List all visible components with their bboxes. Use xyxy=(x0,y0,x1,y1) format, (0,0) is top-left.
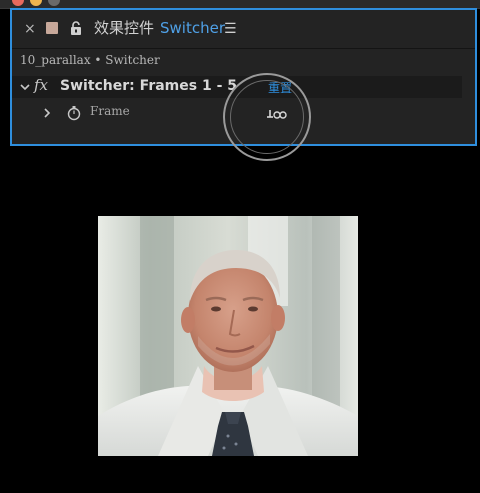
chevron-down-icon[interactable] xyxy=(20,82,30,92)
window-zoom-button[interactable] xyxy=(48,0,60,6)
effect-controls-panel: × 效果控件 Switcher ☰ 10_parallax • Switcher … xyxy=(10,8,477,146)
close-panel-icon[interactable]: × xyxy=(24,22,36,36)
property-row-frame[interactable]: Frame xyxy=(12,102,475,124)
expression-pickwhip-icon[interactable] xyxy=(266,109,288,121)
reset-link[interactable]: 重置 xyxy=(268,79,292,96)
window-minimize-button[interactable] xyxy=(30,0,42,6)
window-close-button[interactable] xyxy=(12,0,24,6)
breadcrumb: 10_parallax • Switcher xyxy=(20,53,160,67)
panel-color-swatch-icon[interactable] xyxy=(46,22,58,34)
panel-title-text: 效果控件 xyxy=(94,19,155,37)
effect-row[interactable]: fx Switcher: Frames 1 - 5 重置 xyxy=(12,76,475,98)
panel-layer-name: Switcher xyxy=(160,19,226,37)
breadcrumb-row: 10_parallax • Switcher xyxy=(12,50,475,72)
preview-image xyxy=(98,216,358,456)
chevron-right-icon[interactable] xyxy=(42,108,52,118)
hamburger-menu-icon[interactable]: ☰ xyxy=(224,22,237,36)
lock-icon[interactable] xyxy=(70,21,82,35)
fx-icon[interactable]: fx xyxy=(34,76,48,94)
panel-header: × 效果控件 Switcher ☰ xyxy=(12,10,475,49)
panel-title[interactable]: 效果控件 Switcher xyxy=(94,19,225,37)
composition-preview xyxy=(98,216,358,456)
effect-name: Switcher: Frames 1 - 5 xyxy=(60,78,237,94)
property-name: Frame xyxy=(90,104,130,118)
stopwatch-icon[interactable] xyxy=(66,105,82,121)
